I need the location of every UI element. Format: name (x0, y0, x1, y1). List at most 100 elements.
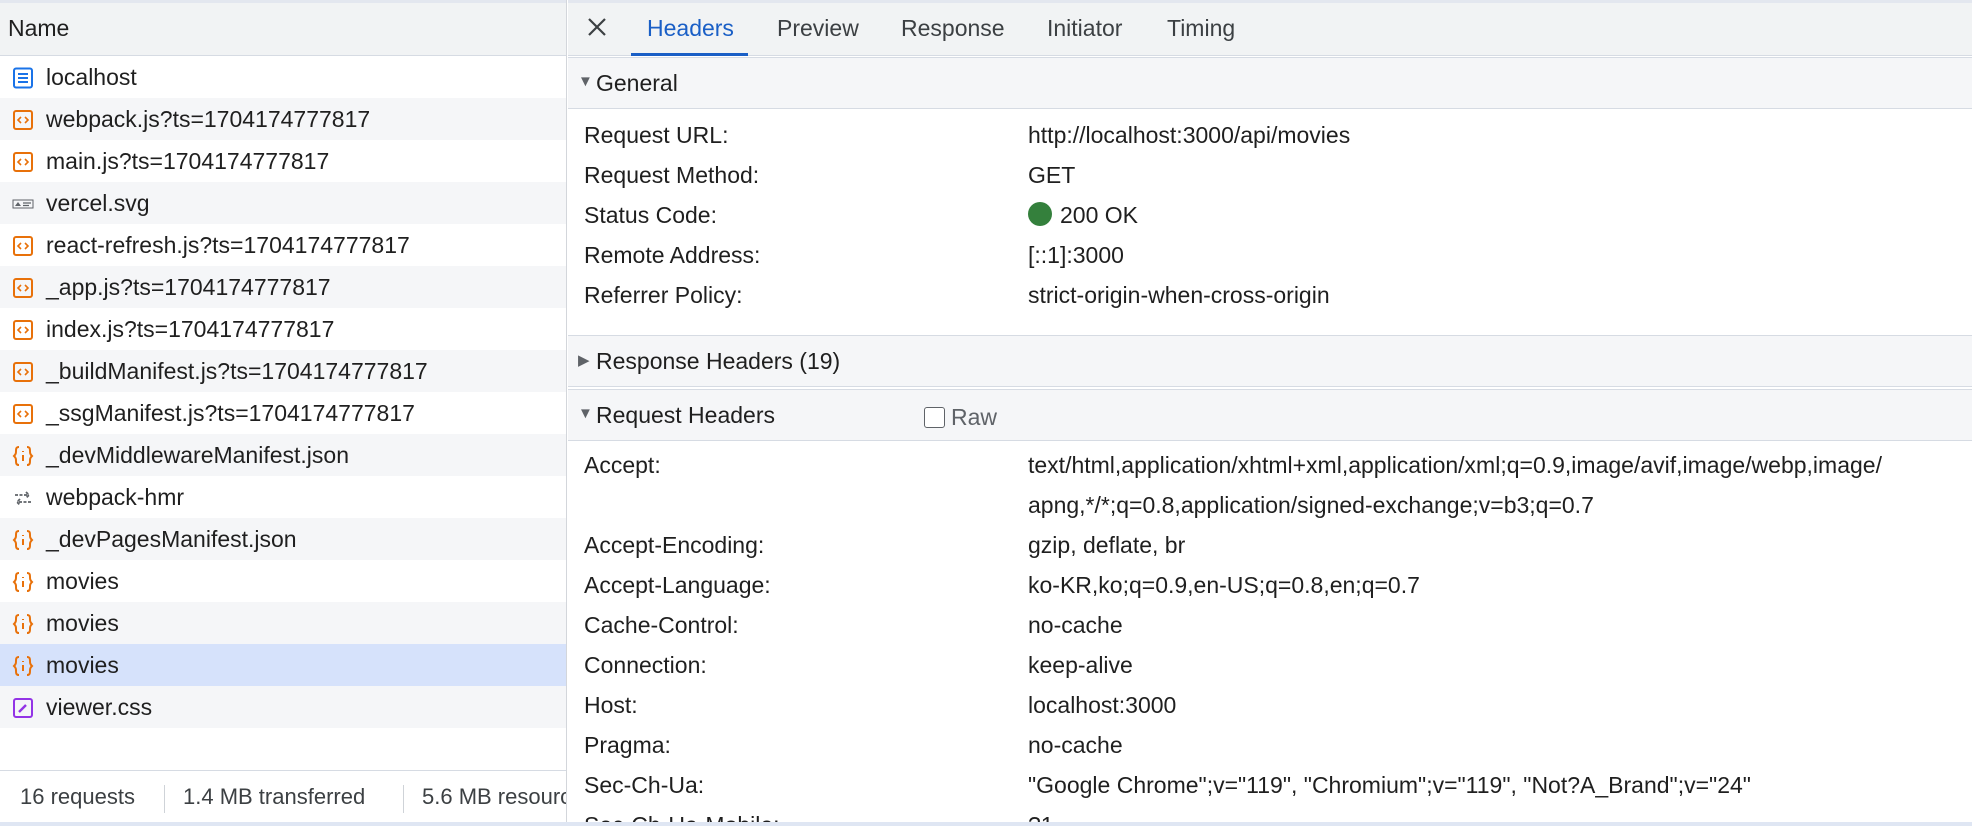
general-key: Request Method: (584, 162, 760, 188)
bottom-border (0, 822, 1972, 826)
request-row[interactable]: webpack-hmr (0, 476, 566, 518)
script-icon (12, 235, 34, 257)
request-row[interactable]: _ssgManifest.js?ts=1704174777817 (0, 392, 566, 434)
request-count: 16 requests (20, 784, 135, 809)
request-name: _buildManifest.js?ts=1704174777817 (46, 358, 428, 384)
response-headers-title: Response Headers (19) (596, 348, 841, 374)
header-key: Sec-Ch-Ua: (584, 772, 705, 798)
transferred-size: 1.4 MB transferred (183, 784, 366, 809)
request-method-value: GET (1028, 162, 1076, 188)
request-headers-title: Request Headers (596, 402, 775, 428)
close-details-button[interactable] (582, 15, 612, 45)
request-row[interactable]: index.js?ts=1704174777817 (0, 308, 566, 350)
request-name: _ssgManifest.js?ts=1704174777817 (46, 400, 415, 426)
json-icon (12, 571, 34, 593)
header-value: text/html,application/xhtml+xml,applicat… (1028, 452, 1882, 478)
request-row[interactable]: _buildManifest.js?ts=1704174777817 (0, 350, 566, 392)
request-row[interactable]: movies (0, 644, 566, 686)
request-row[interactable]: webpack.js?ts=1704174777817 (0, 98, 566, 140)
raw-label: Raw (951, 404, 998, 430)
json-icon (12, 613, 34, 635)
request-row[interactable]: movies (0, 560, 566, 602)
referrer-policy-value: strict-origin-when-cross-origin (1028, 282, 1330, 308)
request-name: localhost (46, 64, 137, 90)
status-code-value: 200 OK (1060, 202, 1138, 228)
general-key: Referrer Policy: (584, 282, 743, 308)
header-key: Host: (584, 692, 638, 718)
tab-headers[interactable]: Headers (647, 15, 734, 42)
request-row[interactable]: _devMiddlewareManifest.json (0, 434, 566, 476)
request-url-value: http://localhost:3000/api/movies (1028, 122, 1351, 148)
script-icon (12, 403, 34, 425)
general-key: Status Code: (584, 202, 717, 228)
request-row[interactable]: react-refresh.js?ts=1704174777817 (0, 224, 566, 266)
request-name: movies (46, 652, 119, 678)
raw-checkbox[interactable] (924, 407, 945, 428)
request-row[interactable]: _devPagesManifest.json (0, 518, 566, 560)
tab-initiator[interactable]: Initiator (1047, 15, 1122, 42)
json-icon (12, 529, 34, 551)
request-row[interactable]: vercel.svg (0, 182, 566, 224)
raw-toggle[interactable]: Raw (924, 404, 997, 431)
request-name: _app.js?ts=1704174777817 (46, 274, 331, 300)
active-tab-indicator (631, 53, 748, 56)
request-row[interactable]: _app.js?ts=1704174777817 (0, 266, 566, 308)
request-name: viewer.css (46, 694, 153, 720)
request-name: webpack-hmr (46, 484, 185, 510)
json-icon (12, 655, 34, 677)
request-name: main.js?ts=1704174777817 (46, 148, 330, 174)
close-icon (586, 16, 608, 44)
request-row[interactable]: localhost (0, 56, 566, 98)
header-key: Connection: (584, 652, 707, 678)
triangle-down-icon: ▼ (578, 73, 593, 90)
request-headers-section-header[interactable]: ▼ Request Headers Raw (568, 389, 1972, 441)
header-value: no-cache (1028, 732, 1123, 758)
request-name: index.js?ts=1704174777817 (46, 316, 335, 342)
request-details-panel: Headers Preview Response Initiator Timin… (568, 0, 1972, 826)
request-row[interactable]: viewer.css (0, 686, 566, 728)
header-key: Accept-Encoding: (584, 532, 765, 558)
header-key: Accept-Language: (584, 572, 771, 598)
header-value: localhost:3000 (1028, 692, 1177, 718)
general-section-title: General (596, 70, 678, 96)
json-icon (12, 445, 34, 467)
request-list-panel: Name localhost webpack.js?ts=170417477781… (0, 0, 567, 826)
general-key: Remote Address: (584, 242, 761, 268)
websocket-icon (12, 487, 34, 509)
script-icon (12, 319, 34, 341)
request-row[interactable]: main.js?ts=1704174777817 (0, 140, 566, 182)
script-icon (12, 109, 34, 131)
header-value: gzip, deflate, br (1028, 532, 1186, 558)
triangle-down-icon: ▼ (578, 405, 593, 422)
tab-preview[interactable]: Preview (777, 15, 859, 42)
header-value-continued: apng,*/*;q=0.8,application/signed-exchan… (1028, 492, 1594, 518)
document-icon (12, 67, 34, 89)
tab-timing[interactable]: Timing (1167, 15, 1235, 42)
header-value: no-cache (1028, 612, 1123, 638)
name-column-header[interactable]: Name (0, 0, 566, 56)
header-value: keep-alive (1028, 652, 1133, 678)
general-section-header[interactable]: ▼ General (568, 57, 1972, 109)
resources-size: 5.6 MB resources (422, 784, 566, 809)
request-name: vercel.svg (46, 190, 150, 216)
status-summary-bar: 16 requests 1.4 MB transferred 5.6 MB re… (0, 770, 566, 826)
request-list: localhost webpack.js?ts=1704174777817 main… (0, 56, 566, 728)
request-name: movies (46, 568, 119, 594)
request-name: react-refresh.js?ts=1704174777817 (46, 232, 410, 258)
response-headers-section-header[interactable]: ▶ Response Headers (19) (568, 335, 1972, 387)
script-icon (12, 361, 34, 383)
header-key: Pragma: (584, 732, 671, 758)
name-column-label: Name (8, 15, 70, 41)
tab-response[interactable]: Response (901, 15, 1005, 42)
request-name: _devPagesManifest.json (46, 526, 297, 552)
triangle-right-icon: ▶ (578, 352, 590, 369)
header-key: Accept: (584, 452, 661, 478)
request-name: webpack.js?ts=1704174777817 (46, 106, 371, 132)
request-name: movies (46, 610, 119, 636)
general-key: Request URL: (584, 122, 729, 148)
script-icon (12, 151, 34, 173)
header-value: ko-KR,ko;q=0.9,en-US;q=0.8,en;q=0.7 (1028, 572, 1420, 598)
stylesheet-icon (12, 697, 34, 719)
remote-address-value: [::1]:3000 (1028, 242, 1124, 268)
request-row[interactable]: movies (0, 602, 566, 644)
